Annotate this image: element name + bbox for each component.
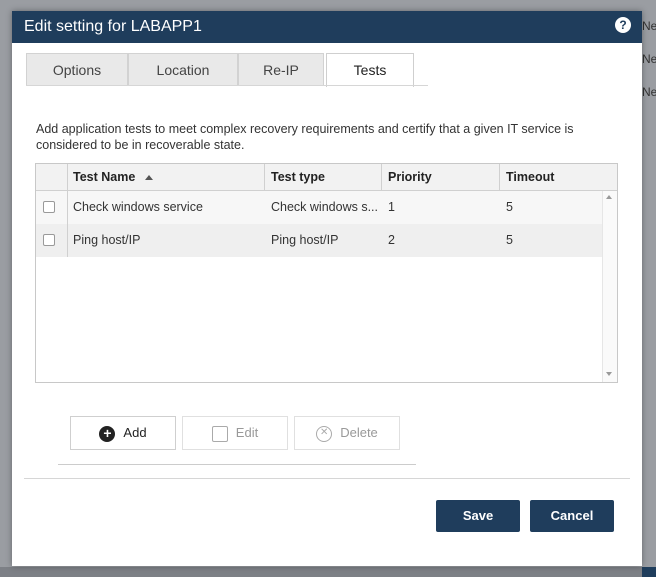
delete-button-label: Delete (340, 425, 378, 440)
tab-options[interactable]: Options (26, 53, 128, 85)
help-icon[interactable]: ? (615, 17, 631, 33)
column-header-test-type[interactable]: Test type (271, 164, 381, 190)
grid-action-bar: + Add Edit ✕ Delete (58, 416, 416, 465)
checkbox-column-separator (67, 164, 68, 257)
footer-divider (24, 478, 630, 479)
column-header-label: Test Name (73, 170, 136, 184)
tab-tests[interactable]: Tests (326, 53, 414, 87)
priority-cell: 2 (388, 233, 395, 247)
column-header-priority[interactable]: Priority (388, 164, 498, 190)
edit-setting-dialog: Edit setting for LABAPP1 ? Options Locat… (12, 11, 642, 566)
add-button[interactable]: + Add (70, 416, 176, 450)
timeout-cell: 5 (506, 200, 513, 214)
grid-scrollbar[interactable] (602, 191, 617, 382)
priority-cell: 1 (388, 200, 395, 214)
delete-button[interactable]: ✕ Delete (294, 416, 400, 450)
edit-button[interactable]: Edit (182, 416, 288, 450)
sort-ascending-icon (145, 175, 154, 181)
row-checkbox[interactable] (43, 234, 55, 246)
background-label: Ne (642, 52, 656, 66)
dialog-titlebar: Edit setting for LABAPP1 ? (12, 11, 642, 43)
dialog-title: Edit setting for LABAPP1 (24, 18, 202, 35)
scroll-up-icon[interactable] (606, 195, 612, 199)
tab-re-ip[interactable]: Re-IP (238, 53, 324, 85)
column-header-test-name[interactable]: Test Name (73, 164, 263, 190)
grid-header: Test Name Test type Priority Timeout (36, 164, 617, 191)
column-separator (381, 164, 382, 190)
tests-description: Add application tests to meet complex re… (36, 122, 574, 152)
test-name-cell: Ping host/IP (73, 233, 141, 247)
column-separator (499, 164, 500, 190)
delete-circle-icon: ✕ (316, 425, 333, 442)
row-checkbox[interactable] (43, 201, 55, 213)
test-type-cell: Ping host/IP (271, 233, 339, 247)
tests-grid: Test Name Test type Priority Timeout Che… (35, 163, 618, 383)
background-label: Ne (642, 19, 656, 33)
add-button-label: Add (123, 425, 147, 440)
column-separator (264, 164, 265, 190)
plus-circle-icon: + (99, 425, 116, 442)
scroll-down-icon[interactable] (606, 372, 612, 376)
test-type-cell: Check windows s... (271, 200, 377, 214)
background-bottom-accent (642, 567, 656, 577)
save-button[interactable]: Save (436, 500, 520, 532)
table-row[interactable]: Check windows service Check windows s...… (36, 191, 603, 224)
cancel-button[interactable]: Cancel (530, 500, 614, 532)
test-name-cell: Check windows service (73, 200, 203, 214)
background-bottom-bar (0, 567, 656, 577)
tests-panel: Add application tests to meet complex re… (26, 96, 628, 491)
tab-location[interactable]: Location (128, 53, 238, 85)
tab-underline (26, 85, 428, 86)
column-header-timeout[interactable]: Timeout (506, 164, 606, 190)
timeout-cell: 5 (506, 233, 513, 247)
background-label: Ne (642, 85, 656, 99)
edit-icon (211, 425, 228, 442)
table-row[interactable]: Ping host/IP Ping host/IP 2 5 (36, 224, 603, 257)
edit-button-label: Edit (235, 425, 259, 440)
